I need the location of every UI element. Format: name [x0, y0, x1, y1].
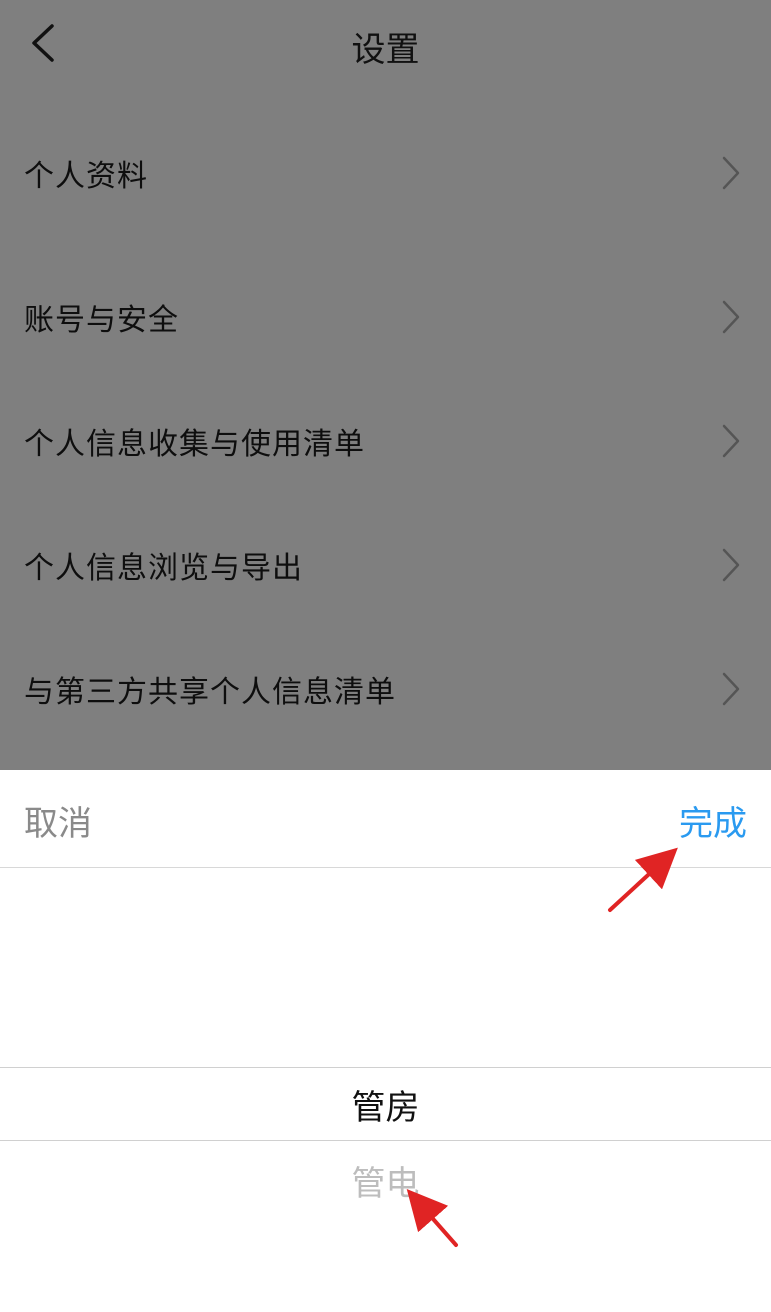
done-button[interactable]: 完成: [679, 796, 747, 845]
picker-toolbar: 取消 完成: [0, 770, 771, 868]
selection-line-top: [0, 1067, 771, 1068]
modal-overlay[interactable]: [0, 0, 771, 770]
app-screen: 设置 个人资料 账号与安全 个人信息收集与使用清单 个人信息浏览与导出 与第三方…: [0, 0, 771, 1312]
picker-sheet: 取消 完成 管房 管电: [0, 770, 771, 1312]
picker-option[interactable]: 管电: [0, 1156, 771, 1205]
picker-option-selected[interactable]: 管房: [0, 1080, 771, 1129]
picker-wheel[interactable]: 管房 管电: [0, 868, 771, 1312]
cancel-button[interactable]: 取消: [24, 796, 92, 845]
selection-line-bottom: [0, 1140, 771, 1141]
